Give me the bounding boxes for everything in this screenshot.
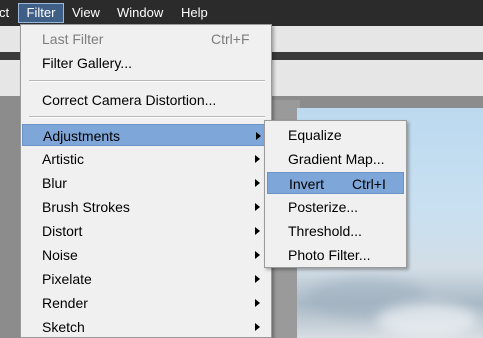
menu-item-label: Noise (42, 247, 78, 263)
menu-item-shortcut: Ctrl+F (211, 31, 250, 47)
adjustments-submenu: Equalize Gradient Map... Invert Ctrl+I P… (264, 120, 407, 268)
menu-separator (29, 116, 265, 118)
menubar: ct Filter View Window Help (0, 0, 483, 26)
menu-view[interactable]: View (67, 3, 105, 23)
menu-separator (29, 80, 265, 82)
menu-item-label: Last Filter (42, 31, 104, 47)
menu-item-label: Correct Camera Distortion... (42, 92, 217, 108)
menu-item-label: Filter Gallery... (42, 55, 132, 71)
submenu-arrow-icon (255, 275, 260, 283)
submenu-item-posterize[interactable]: Posterize... (267, 196, 404, 218)
menu-select[interactable]: ct (0, 3, 14, 23)
submenu-arrow-icon (255, 179, 260, 187)
submenu-item-threshold[interactable]: Threshold... (267, 220, 404, 242)
menu-help[interactable]: Help (176, 3, 213, 23)
menu-item-label: Artistic (42, 151, 84, 167)
submenu-arrow-icon (255, 299, 260, 307)
submenu-arrow-icon (255, 155, 260, 163)
menu-item-label: Gradient Map... (288, 151, 385, 167)
menu-item-render[interactable]: Render (22, 292, 270, 314)
menu-item-label: Brush Strokes (42, 199, 130, 215)
menu-item-label: Photo Filter... (288, 247, 371, 263)
filter-menu: Last Filter Ctrl+F Filter Gallery... Cor… (20, 24, 272, 338)
menu-item-label: Pixelate (42, 271, 92, 287)
menu-item-label: Posterize... (288, 199, 359, 215)
menu-item-shortcut: Ctrl+I (352, 176, 386, 192)
menu-window[interactable]: Window (112, 3, 168, 23)
menu-item-label: Distort (42, 223, 83, 239)
submenu-arrow-icon (255, 203, 260, 211)
submenu-arrow-icon (255, 251, 260, 259)
submenu-arrow-icon (255, 227, 260, 235)
menu-item-adjustments[interactable]: Adjustments (22, 124, 270, 146)
submenu-item-photo-filter[interactable]: Photo Filter... (267, 244, 404, 266)
menu-item-blur[interactable]: Blur (22, 172, 270, 194)
menu-item-label: Render (42, 295, 88, 311)
menu-item-label: Blur (42, 175, 67, 191)
menu-item-label: Adjustments (43, 128, 121, 144)
menu-item-last-filter[interactable]: Last Filter Ctrl+F (22, 28, 270, 50)
submenu-item-invert[interactable]: Invert Ctrl+I (267, 172, 404, 194)
image-detail (377, 303, 477, 338)
submenu-arrow-icon (255, 323, 260, 331)
menu-item-pixelate[interactable]: Pixelate (22, 268, 270, 290)
menu-item-label: Equalize (288, 127, 342, 143)
menu-filter[interactable]: Filter (18, 3, 64, 23)
menu-item-sketch[interactable]: Sketch (22, 316, 270, 338)
menu-item-filter-gallery[interactable]: Filter Gallery... (22, 52, 270, 74)
menu-item-distort[interactable]: Distort (22, 220, 270, 242)
menu-item-noise[interactable]: Noise (22, 244, 270, 266)
menu-item-brush-strokes[interactable]: Brush Strokes (22, 196, 270, 218)
menu-item-label: Threshold... (288, 223, 362, 239)
submenu-item-equalize[interactable]: Equalize (267, 124, 404, 146)
menu-item-label: Invert (289, 176, 325, 192)
submenu-arrow-icon (256, 132, 261, 140)
menu-item-artistic[interactable]: Artistic (22, 148, 270, 170)
menu-item-correct-camera-distortion[interactable]: Correct Camera Distortion... (22, 89, 270, 111)
submenu-item-gradient-map[interactable]: Gradient Map... (267, 148, 404, 170)
menu-item-label: Sketch (42, 319, 85, 335)
